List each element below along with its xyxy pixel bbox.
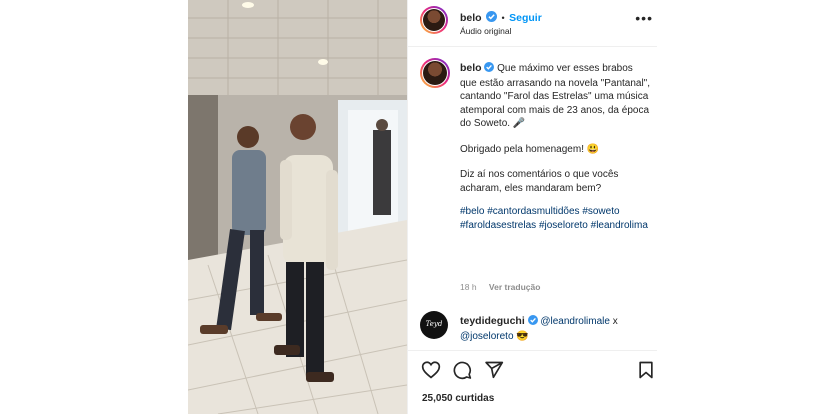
follow-button[interactable]: Seguir — [509, 12, 542, 24]
comment-item: teydideguchi @leandrolimale x @joseloret… — [460, 314, 650, 344]
likes-count[interactable]: 25,050 curtidas — [422, 393, 494, 404]
commenter-avatar-text: Teyd — [425, 320, 443, 328]
caption-meta: 18 h Ver tradução — [460, 282, 540, 292]
hashtag-link[interactable]: #cantordasmultidões — [487, 206, 579, 217]
post-video[interactable] — [188, 0, 407, 414]
commenter-username[interactable]: teydideguchi — [460, 315, 525, 327]
video-frame — [188, 0, 407, 414]
post-details: belo • Seguir Áudio original ••• belo Qu… — [407, 0, 657, 414]
comment-connector: x — [612, 316, 618, 327]
caption-thanks: Obrigado pela homenagem! 😃 — [460, 143, 600, 155]
author-avatar[interactable] — [420, 6, 448, 34]
post-time[interactable]: 18 h — [460, 282, 477, 292]
mention-link[interactable]: @leandrolimale — [540, 316, 610, 327]
commenter-avatar[interactable]: Teyd — [420, 311, 448, 339]
separator-dot: • — [501, 13, 505, 23]
heart-icon[interactable] — [421, 360, 441, 384]
share-icon[interactable] — [484, 360, 504, 385]
caption-username[interactable]: belo — [460, 62, 482, 74]
audio-label[interactable]: Áudio original — [460, 26, 512, 36]
author-username[interactable]: belo — [460, 12, 482, 24]
verified-icon — [486, 9, 498, 27]
hashtag-list: #belo #cantordasmultidões #soweto #farol… — [460, 205, 650, 232]
verified-icon — [484, 62, 495, 77]
hashtag-link[interactable]: #joseloreto — [539, 220, 588, 231]
see-translation-link[interactable]: Ver tradução — [489, 282, 541, 292]
more-icon[interactable]: ••• — [635, 11, 653, 25]
author-line: belo • Seguir — [460, 8, 542, 27]
actions-divider — [408, 350, 657, 351]
post-header: belo • Seguir Áudio original ••• — [408, 0, 657, 47]
bookmark-icon[interactable] — [637, 360, 657, 380]
post-caption: belo Que máximo ver esses brabos que est… — [460, 62, 650, 244]
verified-icon — [527, 315, 538, 330]
hashtag-link[interactable]: #leandrolima — [591, 220, 648, 231]
caption-avatar[interactable] — [420, 58, 450, 88]
mention-link[interactable]: @joseloreto — [460, 331, 514, 342]
hashtag-link[interactable]: #faroldasestrelas — [460, 220, 536, 231]
comment-icon[interactable] — [452, 360, 472, 385]
comment-emoji: 😎 — [516, 331, 529, 342]
hashtag-link[interactable]: #belo — [460, 206, 484, 217]
caption-question: Diz aí nos comentários o que vocês achar… — [460, 169, 619, 194]
hashtag-link[interactable]: #soweto — [582, 206, 619, 217]
